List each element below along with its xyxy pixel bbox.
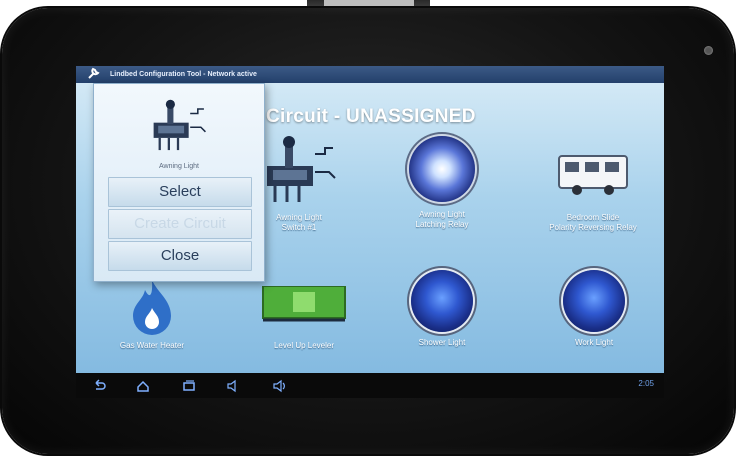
- tile-sublabel: Polarity Reversing Relay: [549, 223, 637, 232]
- flame-icon: [133, 280, 171, 335]
- circuit-tile-awning-light-relay[interactable]: Awning Light Latching Relay: [394, 136, 490, 230]
- home-icon[interactable]: [136, 379, 150, 393]
- tile-label: Awning Light: [276, 213, 322, 222]
- front-camera: [704, 46, 713, 55]
- light-bulb-icon: [563, 270, 625, 332]
- circuit-tile-gas-water-heater[interactable]: Gas Water Heater: [92, 278, 212, 351]
- circuit-tile-level-up-leveler[interactable]: Level Up Leveler: [244, 285, 364, 351]
- circuit-tile-work-light[interactable]: Work Light: [546, 270, 642, 348]
- tile-sublabel: Latching Relay: [415, 220, 469, 229]
- recent-apps-icon[interactable]: [182, 379, 196, 393]
- tablet-screen: Lindbed Configuration Tool - Network act…: [76, 66, 664, 398]
- switch-icon: [153, 99, 206, 151]
- circuit-tile-awning-light-switch[interactable]: Awning Light Switch #1: [254, 136, 344, 233]
- switch-icon: [267, 136, 336, 202]
- page-title: Circuit - UNASSIGNED: [266, 106, 476, 127]
- navigation-bar: 2:05: [76, 373, 664, 398]
- level-icon: [262, 285, 346, 322]
- light-bulb-icon: [409, 136, 475, 202]
- circuit-tile-bedroom-slide[interactable]: Bedroom Slide Polarity Reversing Relay: [532, 136, 654, 233]
- tile-label: Bedroom Slide: [566, 213, 620, 222]
- wrench-icon: [88, 67, 100, 79]
- tile-label: Level Up Leveler: [273, 341, 335, 350]
- status-bar-title: Lindbed Configuration Tool - Network act…: [110, 71, 257, 78]
- create-circuit-button[interactable]: Create Circuit: [108, 209, 252, 239]
- rv-slide-icon: [558, 155, 628, 195]
- select-button[interactable]: Select: [108, 177, 252, 207]
- tile-label: Work Light: [574, 338, 614, 347]
- circuit-action-popup: Awning Light Select Create Circuit Close: [93, 83, 265, 282]
- tile-label: Gas Water Heater: [119, 341, 185, 350]
- popup-caption: Awning Light: [159, 163, 199, 170]
- volume-down-icon[interactable]: [226, 379, 240, 393]
- tile-sublabel: Switch #1: [281, 223, 317, 232]
- status-clock: 2:05: [638, 379, 654, 388]
- volume-up-icon[interactable]: [272, 379, 286, 393]
- tile-label: Shower Light: [418, 338, 466, 347]
- back-icon[interactable]: [92, 379, 106, 393]
- circuit-tile-shower-light[interactable]: Shower Light: [394, 270, 490, 348]
- status-bar: Lindbed Configuration Tool - Network act…: [76, 66, 664, 83]
- close-button[interactable]: Close: [108, 241, 252, 271]
- light-bulb-icon: [411, 270, 473, 332]
- tile-label: Awning Light: [419, 210, 465, 219]
